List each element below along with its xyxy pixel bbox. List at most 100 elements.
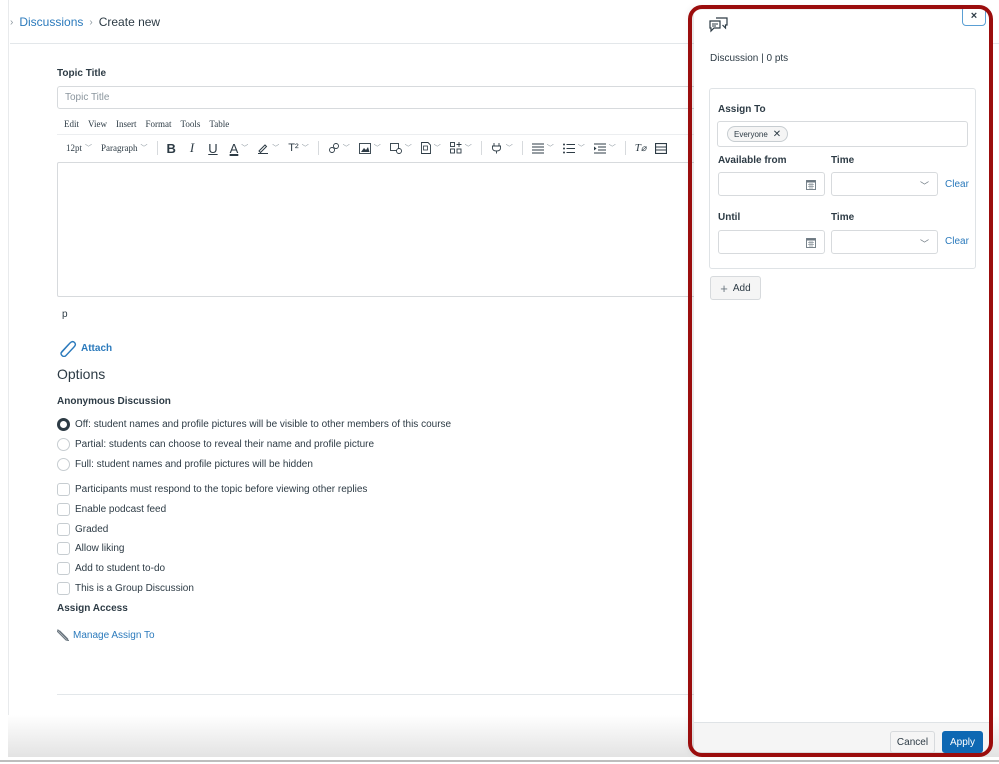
radio-option-off[interactable]: Off: student names and profile pictures … xyxy=(57,414,451,434)
checkbox-label: Allow liking xyxy=(75,543,125,555)
radio-button[interactable] xyxy=(57,417,70,431)
options-checkbox-list: Participants must respond to the topic b… xyxy=(57,480,367,598)
toolbar-separator xyxy=(156,141,158,155)
italic-icon[interactable]: I xyxy=(190,140,194,156)
editor-toolbar: 12pt ﹀ Paragraph ﹀ B I U A ﹀ ﹀ T² ﹀ ﹀ ﹀ ﹀ ﹀ … xyxy=(66,140,676,156)
checkbox-graded[interactable]: Graded xyxy=(57,519,367,539)
media-icon xyxy=(389,142,402,154)
menu-view[interactable]: View xyxy=(88,119,107,129)
calendar-icon xyxy=(806,238,816,248)
superscript-button[interactable]: T² ﹀ xyxy=(288,142,308,154)
checkbox[interactable] xyxy=(57,483,70,497)
checkbox[interactable] xyxy=(57,503,70,517)
until-date-input[interactable] xyxy=(718,230,825,254)
close-tray-button[interactable]: × xyxy=(962,6,986,26)
until-label: Until xyxy=(718,212,741,223)
font-size-select[interactable]: 12pt ﹀ xyxy=(66,143,92,153)
chevron-down-icon: ﹀ xyxy=(140,144,148,152)
menu-insert[interactable]: Insert xyxy=(116,119,137,129)
available-from-label: Available from xyxy=(718,155,787,166)
radio-label: Partial: students can choose to reveal t… xyxy=(75,438,375,450)
menu-edit[interactable]: Edit xyxy=(64,119,79,129)
checkbox[interactable] xyxy=(57,542,70,556)
bold-icon[interactable]: B xyxy=(167,141,176,156)
checkbox[interactable] xyxy=(57,562,70,576)
apps-button[interactable]: ﹀ xyxy=(449,142,472,154)
checkbox-allow-liking[interactable]: Allow liking xyxy=(57,539,367,559)
remove-assignee-icon[interactable]: ✕ xyxy=(773,129,781,140)
paperclip-icon xyxy=(60,340,77,357)
align-icon xyxy=(531,143,544,153)
clear-formatting-icon[interactable]: T ⌀ xyxy=(635,142,647,154)
attach-label: Attach xyxy=(81,342,113,354)
radio-option-full[interactable]: Full: student names and profile pictures… xyxy=(57,454,451,474)
bullet-list-button[interactable]: ﹀ xyxy=(562,143,585,154)
checkbox-must-respond[interactable]: Participants must respond to the topic b… xyxy=(57,480,367,500)
clear-available-from-link[interactable]: Clear xyxy=(945,179,969,190)
chevron-down-icon: ﹀ xyxy=(505,145,513,152)
checkbox-label: Participants must respond to the topic b… xyxy=(75,484,368,496)
block-format-select[interactable]: Paragraph ﹀ xyxy=(101,143,147,153)
image-button[interactable]: ﹀ xyxy=(358,142,381,154)
menu-table[interactable]: Table xyxy=(209,119,229,129)
menu-format[interactable]: Format xyxy=(145,119,171,129)
available-from-date-input[interactable] xyxy=(718,172,825,196)
media-button[interactable]: ﹀ xyxy=(389,142,412,154)
chevron-down-icon: ﹀ xyxy=(464,145,472,152)
chevron-down-icon: ﹀ xyxy=(272,145,280,152)
assign-access-label: Assign Access xyxy=(57,603,128,614)
checkbox-student-todo[interactable]: Add to student to-do xyxy=(57,559,367,579)
assign-to-input[interactable]: Everyone ✕ xyxy=(717,121,968,147)
align-button[interactable]: ﹀ xyxy=(531,143,554,154)
radio-label: Off: student names and profile pictures … xyxy=(75,418,452,430)
plus-icon: + xyxy=(720,280,728,296)
options-heading: Options xyxy=(57,366,106,382)
attach-button[interactable]: Attach xyxy=(57,339,112,357)
chevron-down-icon: ﹀ xyxy=(608,145,616,152)
checkbox[interactable] xyxy=(57,522,70,536)
radio-button[interactable] xyxy=(57,457,70,471)
document-button[interactable]: ﹀ xyxy=(420,142,441,154)
breadcrumb: › Discussions › Create new xyxy=(10,15,160,29)
chevron-down-icon: ﹀ xyxy=(241,145,249,152)
underline-icon[interactable]: U xyxy=(208,141,217,156)
checkbox-group-discussion[interactable]: This is a Group Discussion xyxy=(57,578,367,598)
available-from-time-select[interactable]: ﹀ xyxy=(831,172,938,196)
breadcrumb-discussions-link[interactable]: Discussions xyxy=(19,15,83,29)
clear-until-link[interactable]: Clear xyxy=(945,236,969,247)
add-assignment-button[interactable]: + Add xyxy=(710,276,761,300)
menu-tools[interactable]: Tools xyxy=(180,119,200,129)
chevron-down-icon: ﹀ xyxy=(546,145,554,152)
cancel-button[interactable]: Cancel xyxy=(890,731,935,753)
checkbox[interactable] xyxy=(57,581,70,595)
until-time-select[interactable]: ﹀ xyxy=(831,230,938,254)
link-button[interactable]: ﹀ xyxy=(328,142,350,154)
assignee-pill: Everyone ✕ xyxy=(727,126,789,142)
manage-assign-to-link[interactable]: Manage Assign To xyxy=(57,629,155,641)
checkbox-label: Add to student to-do xyxy=(75,563,166,575)
radio-option-partial[interactable]: Partial: students can choose to reveal t… xyxy=(57,434,451,454)
tray-subtitle: Discussion | 0 pts xyxy=(710,53,789,64)
table-button[interactable] xyxy=(655,142,668,154)
embed-button[interactable]: ﹀ xyxy=(491,142,513,154)
form-bottom-divider xyxy=(57,694,697,695)
highlight-button[interactable]: ﹀ xyxy=(257,142,279,154)
chevron-down-icon: ﹀ xyxy=(433,145,441,152)
indent-button[interactable]: ﹀ xyxy=(593,143,616,154)
embed-icon xyxy=(491,143,501,154)
indent-icon xyxy=(593,143,606,153)
toolbar-separator xyxy=(521,141,523,155)
font-size-value: 12pt xyxy=(66,143,83,153)
calendar-icon xyxy=(806,180,816,190)
apply-button[interactable]: Apply xyxy=(942,731,983,753)
chevron-down-icon: ﹀ xyxy=(301,145,309,152)
radio-button[interactable] xyxy=(57,437,70,451)
topic-title-input[interactable] xyxy=(57,86,707,109)
rich-content-editor[interactable] xyxy=(57,162,707,297)
highlight-icon xyxy=(258,144,269,154)
apps-icon xyxy=(449,142,462,154)
chevron-down-icon: ﹀ xyxy=(373,145,381,152)
checkbox-podcast-feed[interactable]: Enable podcast feed xyxy=(57,500,367,520)
text-color-button[interactable]: A ﹀ xyxy=(230,141,249,156)
document-icon xyxy=(420,142,431,154)
